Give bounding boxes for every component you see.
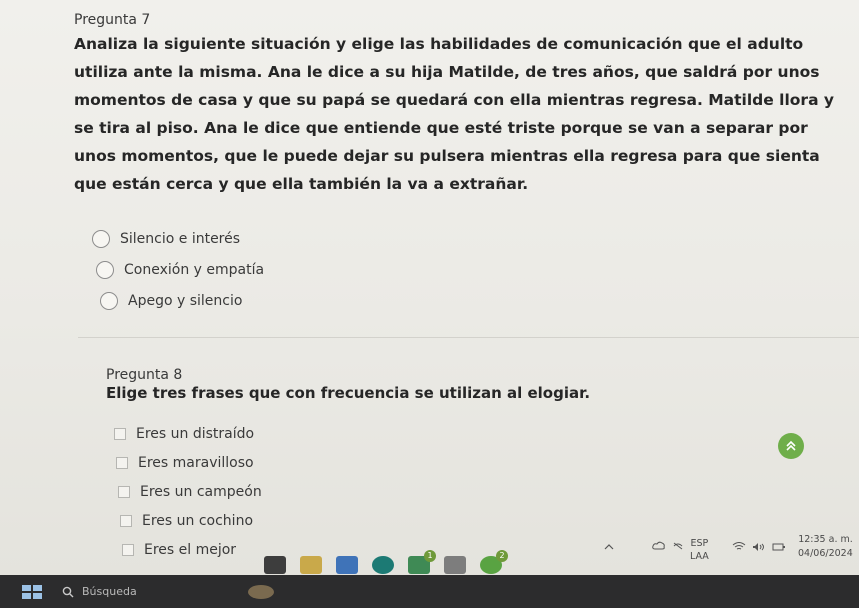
- q7-option-label: Apego y silencio: [128, 293, 243, 309]
- app-icon-7[interactable]: 2: [480, 550, 508, 574]
- app-icon-1[interactable]: [264, 556, 286, 574]
- clock-time: 12:35 a. m.: [798, 534, 853, 545]
- search-placeholder: Búsqueda: [82, 585, 137, 598]
- app-icon-3[interactable]: [336, 556, 358, 574]
- start-button[interactable]: [22, 584, 42, 599]
- wifi-icon[interactable]: [732, 542, 746, 555]
- status-icons[interactable]: [732, 542, 786, 555]
- app-icon-5[interactable]: 1: [408, 550, 436, 574]
- double-chevron-up-icon[interactable]: [778, 433, 804, 459]
- q8-option-1[interactable]: Eres un distraído: [114, 426, 254, 442]
- notification-badge: 1: [424, 550, 436, 562]
- question-7-label: Pregunta 7: [74, 12, 151, 28]
- system-tray-icons: [604, 541, 684, 554]
- keyboard-language[interactable]: ESP LAA: [690, 538, 709, 562]
- q7-option-1[interactable]: Silencio e interés: [92, 230, 240, 248]
- radio-button[interactable]: [96, 261, 114, 279]
- clock-date: 04/06/2024: [798, 548, 853, 559]
- shield-icon[interactable]: [672, 541, 684, 554]
- checkbox[interactable]: [118, 486, 130, 498]
- language-code: ESP: [690, 538, 709, 549]
- speaker-icon[interactable]: [752, 542, 766, 555]
- clock[interactable]: 12:35 a. m. 04/06/2024: [798, 533, 853, 561]
- question-7-text: Analiza la siguiente situación y elige l…: [74, 35, 835, 193]
- q8-option-label: Eres un distraído: [136, 426, 255, 442]
- taskbar: Búsqueda: [0, 575, 859, 608]
- q8-option-label: Eres el mejor: [144, 542, 237, 558]
- radio-button[interactable]: [100, 292, 118, 310]
- checkbox[interactable]: [116, 457, 128, 469]
- search-icon: [62, 586, 74, 597]
- checkbox[interactable]: [114, 428, 126, 440]
- battery-icon[interactable]: [772, 542, 786, 555]
- checkbox[interactable]: [120, 515, 132, 527]
- taskbar-search[interactable]: Búsqueda: [62, 580, 212, 604]
- q8-option-label: Eres un cochino: [142, 513, 254, 529]
- question-8-text: Elige tres frases que con frecuencia se …: [106, 384, 591, 402]
- q7-option-label: Silencio e interés: [120, 231, 241, 247]
- app-icon-2[interactable]: [300, 556, 322, 574]
- quiz-page: Pregunta 7 Analiza la siguiente situació…: [0, 0, 859, 575]
- q8-option-5[interactable]: Eres el mejor: [122, 542, 236, 558]
- q7-option-label: Conexión y empatía: [124, 262, 265, 278]
- q8-option-4[interactable]: Eres un cochino: [120, 513, 253, 529]
- q8-option-2[interactable]: Eres maravilloso: [116, 455, 254, 471]
- q7-option-2[interactable]: Conexión y empatía: [96, 261, 264, 279]
- app-icon-6[interactable]: [444, 556, 466, 574]
- widget-icon[interactable]: [248, 584, 274, 599]
- cloud-icon[interactable]: [652, 541, 666, 554]
- q7-option-3[interactable]: Apego y silencio: [100, 292, 242, 310]
- app-icon-4[interactable]: [372, 556, 394, 574]
- pinned-apps: 1 2: [264, 550, 516, 574]
- radio-button[interactable]: [92, 230, 110, 248]
- notification-badge: 2: [496, 550, 508, 562]
- chevron-up-icon[interactable]: [604, 541, 614, 554]
- keyboard-layout: LAA: [690, 551, 709, 562]
- q8-option-label: Eres maravilloso: [138, 455, 254, 471]
- q8-option-label: Eres un campeón: [140, 484, 262, 500]
- q8-option-3[interactable]: Eres un campeón: [118, 484, 262, 500]
- checkbox[interactable]: [122, 544, 134, 556]
- question-divider: [78, 337, 859, 338]
